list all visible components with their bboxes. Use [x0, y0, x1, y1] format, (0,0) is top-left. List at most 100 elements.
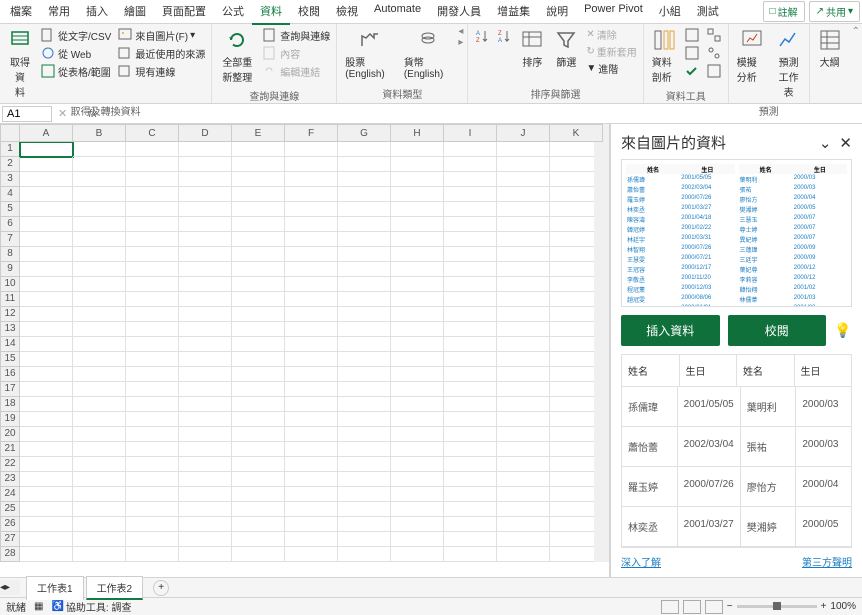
cell[interactable]: [338, 487, 391, 502]
view-layout-icon[interactable]: [683, 600, 701, 614]
review-button[interactable]: 校閱: [728, 315, 827, 346]
cell[interactable]: [285, 217, 338, 232]
sort-button[interactable]: 排序: [516, 26, 548, 71]
cell[interactable]: [20, 532, 73, 547]
cell[interactable]: [73, 187, 126, 202]
tab-常用[interactable]: 常用: [40, 0, 78, 25]
cell[interactable]: [497, 262, 550, 277]
flash-fill-button[interactable]: [682, 26, 702, 44]
filter-button[interactable]: 篩選: [550, 26, 582, 71]
cell[interactable]: [73, 367, 126, 382]
cell[interactable]: [126, 412, 179, 427]
tab-繪圖[interactable]: 繪圖: [116, 0, 154, 25]
cell[interactable]: [285, 157, 338, 172]
cell[interactable]: [497, 232, 550, 247]
cell[interactable]: [126, 367, 179, 382]
cell[interactable]: [338, 337, 391, 352]
clear-filter-button[interactable]: ✕清除: [584, 26, 638, 43]
cell[interactable]: [338, 322, 391, 337]
whatif-button[interactable]: 模擬分析: [733, 26, 771, 86]
cell[interactable]: [73, 142, 126, 157]
cell[interactable]: [285, 547, 338, 562]
cell[interactable]: [391, 292, 444, 307]
advanced-filter-button[interactable]: ▼進階: [584, 60, 638, 77]
cell[interactable]: [126, 217, 179, 232]
cell[interactable]: [232, 277, 285, 292]
cell[interactable]: [73, 232, 126, 247]
cell[interactable]: [20, 172, 73, 187]
zoom-in-button[interactable]: +: [821, 601, 827, 612]
currency-button[interactable]: 貨幣 (English): [400, 26, 457, 82]
cell[interactable]: [391, 487, 444, 502]
cell[interactable]: [20, 232, 73, 247]
cell[interactable]: [497, 487, 550, 502]
cell[interactable]: [285, 532, 338, 547]
cell[interactable]: [497, 367, 550, 382]
column-header[interactable]: K: [550, 124, 603, 142]
cell[interactable]: [232, 382, 285, 397]
cell[interactable]: [179, 202, 232, 217]
tab-Power Pivot[interactable]: Power Pivot: [576, 0, 651, 25]
column-header[interactable]: G: [338, 124, 391, 142]
cell[interactable]: [444, 337, 497, 352]
cell[interactable]: [338, 187, 391, 202]
row-header[interactable]: 24: [0, 487, 20, 502]
from-csv-button[interactable]: 從文字/CSV: [38, 26, 113, 44]
cell[interactable]: [338, 262, 391, 277]
refresh-all-button[interactable]: 全部重新整理: [216, 26, 258, 86]
cell[interactable]: [444, 502, 497, 517]
cell[interactable]: [338, 352, 391, 367]
row-header[interactable]: 15: [0, 352, 20, 367]
cell[interactable]: [73, 202, 126, 217]
cell[interactable]: [73, 322, 126, 337]
cell[interactable]: [338, 217, 391, 232]
cell[interactable]: [285, 262, 338, 277]
cell[interactable]: [126, 307, 179, 322]
accessibility-icon[interactable]: ♿: [51, 601, 63, 612]
cell[interactable]: [444, 457, 497, 472]
cell[interactable]: [232, 547, 285, 562]
cell[interactable]: [73, 247, 126, 262]
row-header[interactable]: 1: [0, 142, 20, 157]
cell[interactable]: [179, 412, 232, 427]
cell[interactable]: [179, 382, 232, 397]
cell[interactable]: [391, 472, 444, 487]
cell[interactable]: [285, 457, 338, 472]
cell[interactable]: [20, 412, 73, 427]
cell[interactable]: [338, 397, 391, 412]
cell[interactable]: [232, 532, 285, 547]
tab-測試[interactable]: 測試: [689, 0, 727, 25]
cell[interactable]: [391, 262, 444, 277]
view-break-icon[interactable]: [705, 600, 723, 614]
cell[interactable]: [232, 217, 285, 232]
cell[interactable]: [444, 352, 497, 367]
from-web-button[interactable]: 從 Web: [38, 44, 113, 62]
close-icon[interactable]: ✕: [839, 134, 852, 152]
macro-icon[interactable]: ▦: [34, 601, 43, 612]
cell[interactable]: [444, 322, 497, 337]
row-header[interactable]: 19: [0, 412, 20, 427]
cell[interactable]: [179, 232, 232, 247]
cell[interactable]: [497, 277, 550, 292]
cell[interactable]: [285, 367, 338, 382]
row-header[interactable]: 17: [0, 382, 20, 397]
cell[interactable]: [444, 202, 497, 217]
cell[interactable]: [20, 247, 73, 262]
cell[interactable]: [179, 442, 232, 457]
cell[interactable]: [444, 547, 497, 562]
row-header[interactable]: 22: [0, 457, 20, 472]
cell[interactable]: [20, 307, 73, 322]
cell[interactable]: [20, 352, 73, 367]
cell[interactable]: [391, 232, 444, 247]
cell[interactable]: [20, 517, 73, 532]
row-header[interactable]: 8: [0, 247, 20, 262]
cell[interactable]: [179, 487, 232, 502]
row-header[interactable]: 11: [0, 292, 20, 307]
cell[interactable]: [338, 427, 391, 442]
cell[interactable]: [391, 367, 444, 382]
cell[interactable]: [20, 367, 73, 382]
cell[interactable]: [497, 427, 550, 442]
cell[interactable]: [179, 172, 232, 187]
cell[interactable]: [20, 277, 73, 292]
cell[interactable]: [444, 307, 497, 322]
